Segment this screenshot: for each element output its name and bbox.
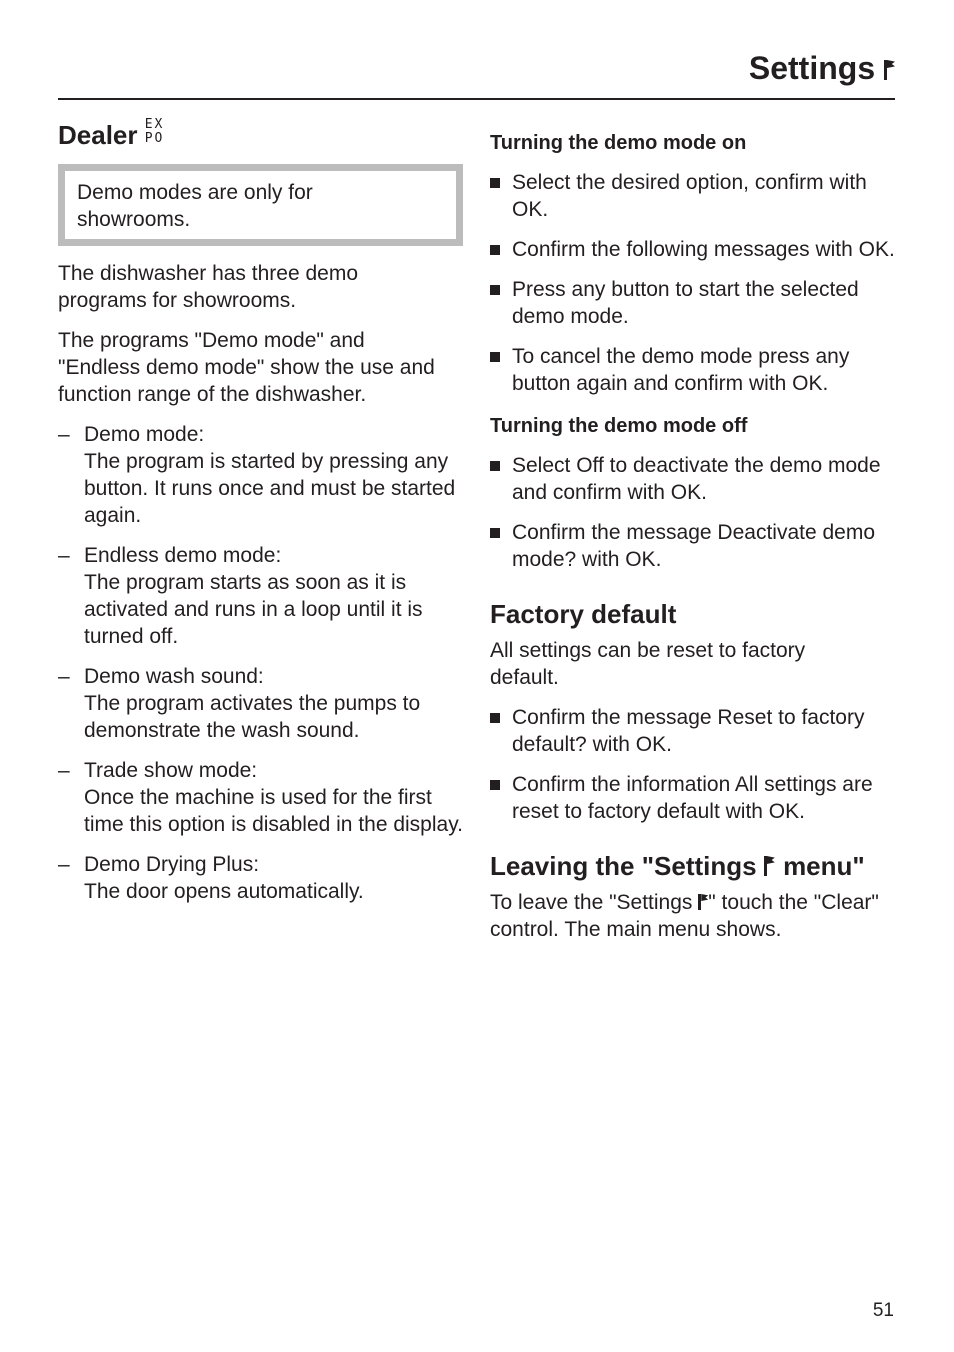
leaving-heading-pre: Leaving the "Settings: [490, 851, 757, 881]
item-title: Demo wash sound:: [84, 665, 264, 688]
factory-steps: Confirm the message Reset to factory def…: [490, 704, 900, 825]
list-item: Select Off to deactivate the demo mode a…: [490, 452, 900, 506]
intro-paragraph-1: The dishwasher has three demo programs f…: [58, 262, 358, 312]
square-bullet-icon: [490, 461, 500, 471]
item-text: Once the machine is used for the first t…: [84, 786, 463, 836]
item-text: The program starts as soon as it is acti…: [84, 571, 423, 648]
step-text: Select the desired option, confirm with …: [512, 171, 867, 221]
note-box: Demo modes are only for showrooms.: [58, 164, 463, 246]
demo-modes-list: – Demo mode: The program is started by pre…: [58, 421, 463, 905]
dash-bullet: –: [58, 665, 70, 688]
flag-icon: [884, 60, 896, 80]
page-header-title: Settings: [749, 50, 896, 87]
list-item: – Demo mode: The program is started by pre…: [58, 421, 463, 529]
dash-bullet: –: [58, 853, 70, 876]
list-item: Confirm the message Deactivate demo mode…: [490, 519, 900, 573]
square-bullet-icon: [490, 713, 500, 723]
list-item: Confirm the information All settings are…: [490, 771, 900, 825]
item-title: Demo Drying Plus:: [84, 853, 260, 876]
square-bullet-icon: [490, 352, 500, 362]
right-column: Turning the demo mode on Select the desi…: [490, 128, 900, 943]
item-text: The program activates the pumps to demon…: [84, 692, 421, 742]
flag-icon: [698, 894, 709, 910]
header-title-text: Settings: [748, 50, 876, 86]
factory-intro: All settings can be reset to factory def…: [490, 639, 806, 689]
intro-paragraph-2: The programs "Demo mode" and "Endless de…: [58, 329, 435, 406]
list-item: Press any button to start the selected d…: [490, 276, 900, 330]
list-item: To cancel the demo mode press any button…: [490, 343, 900, 397]
square-bullet-icon: [490, 528, 500, 538]
item-text: The door opens automatically.: [84, 880, 364, 903]
step-text: Confirm the following messages with OK.: [512, 238, 895, 261]
item-text: The program is started by pressing any b…: [84, 450, 456, 527]
left-column: Dealer EX PO Demo modes are only for show…: [58, 118, 463, 905]
square-bullet-icon: [490, 178, 500, 188]
dealer-heading-text: Dealer: [58, 120, 138, 150]
expo-display-icon: EX PO: [145, 118, 165, 146]
step-text: Confirm the information All settings are…: [512, 773, 873, 823]
step-text: Confirm the message Reset to factory def…: [512, 706, 865, 756]
leaving-text-pre: To leave the "Settings: [490, 891, 693, 914]
item-title: Endless demo mode:: [84, 544, 282, 567]
square-bullet-icon: [490, 780, 500, 790]
list-item: – Trade show mode: Once the machine is use…: [58, 757, 463, 838]
item-title: Trade show mode:: [84, 759, 258, 782]
step-text: To cancel the demo mode press any button…: [512, 345, 850, 395]
item-title: Demo mode:: [84, 423, 205, 446]
list-item: – Demo wash sound: The program activates t…: [58, 663, 463, 744]
flag-icon: [763, 856, 776, 876]
list-item: Select the desired option, confirm with …: [490, 169, 900, 223]
list-item: Confirm the message Reset to factory def…: [490, 704, 900, 758]
expo-top: EX: [144, 117, 165, 132]
step-text: Press any button to start the selected d…: [512, 278, 859, 328]
expo-bottom: PO: [144, 131, 165, 146]
leaving-heading: Leaving the "Settings menu": [490, 849, 900, 883]
list-item: Confirm the following messages with OK.: [490, 236, 900, 263]
dash-bullet: –: [58, 759, 70, 782]
square-bullet-icon: [490, 285, 500, 295]
factory-default-heading: Factory default: [490, 599, 677, 629]
list-item: – Demo Drying Plus: The door opens automat…: [58, 851, 463, 905]
square-bullet-icon: [490, 245, 500, 255]
leaving-text: To leave the "Settings " touch the "Clea…: [490, 889, 890, 943]
list-item: – Endless demo mode: The program starts as…: [58, 542, 463, 650]
demo-on-steps: Select the desired option, confirm with …: [490, 169, 900, 397]
step-text: Select Off to deactivate the demo mode a…: [512, 454, 881, 504]
demo-on-heading: Turning the demo mode on: [490, 132, 747, 154]
demo-off-heading: Turning the demo mode off: [490, 415, 748, 437]
dash-bullet: –: [58, 423, 70, 446]
dealer-heading: Dealer EX PO: [58, 118, 463, 152]
header-rule: [58, 98, 895, 100]
step-text: Confirm the message Deactivate demo mode…: [512, 521, 875, 571]
demo-off-steps: Select Off to deactivate the demo mode a…: [490, 452, 900, 573]
dash-bullet: –: [58, 544, 70, 567]
page-number: 51: [872, 1300, 894, 1321]
leaving-heading-post: menu": [783, 851, 865, 881]
note-text: Demo modes are only for showrooms.: [77, 181, 313, 231]
